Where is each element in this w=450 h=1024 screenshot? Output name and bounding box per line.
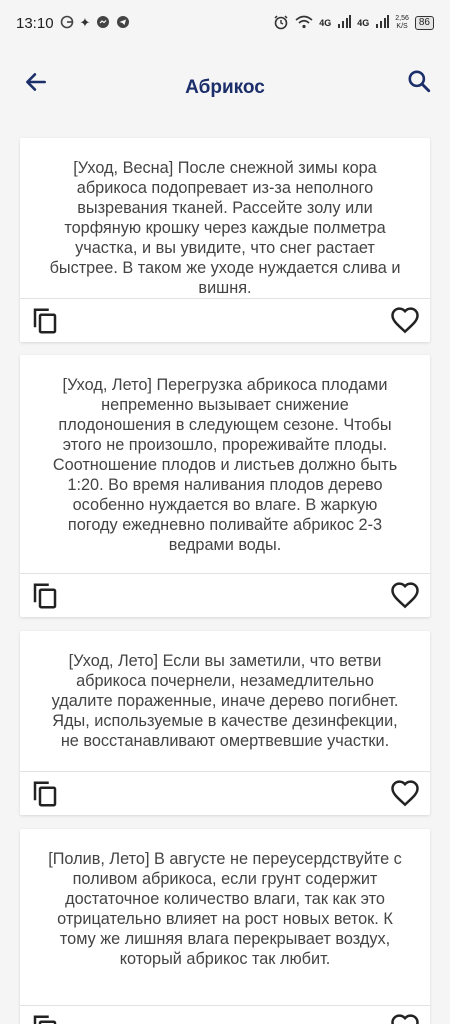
tip-text: [Уход, Лето] Если вы заметили, что ветви… <box>51 652 399 750</box>
favorite-button[interactable] <box>390 306 420 336</box>
speed-value: 2,56 <box>395 15 409 22</box>
favorite-button[interactable] <box>390 1013 420 1024</box>
copy-button[interactable] <box>30 779 60 809</box>
copy-icon <box>33 308 57 334</box>
page-title: Абрикос <box>185 77 265 98</box>
copy-button[interactable] <box>30 581 60 611</box>
google-icon <box>60 15 74 32</box>
telegram-icon <box>116 15 130 32</box>
copy-button[interactable] <box>30 306 60 336</box>
back-button[interactable] <box>20 66 52 98</box>
card-actions <box>20 300 430 342</box>
copy-button[interactable] <box>30 1013 60 1024</box>
wifi-icon <box>295 15 313 32</box>
card-divider <box>20 1005 430 1006</box>
tip-text: [Полив, Лето] В августе не переусердству… <box>48 850 402 968</box>
card-divider <box>20 298 430 299</box>
signal-icon-2 <box>375 14 390 32</box>
favorite-button[interactable] <box>390 779 420 809</box>
heart-icon <box>391 307 419 334</box>
tip-text: [Уход, Лето] Перегрузка абрикоса плодами… <box>52 376 398 554</box>
card-divider <box>20 771 430 772</box>
tip-text: [Уход, Весна] После снежной зимы кора аб… <box>49 159 401 297</box>
copy-icon <box>33 1015 57 1024</box>
app-bar: Абрикос <box>0 46 450 130</box>
tip-card: [Уход, Весна] После снежной зимы кора аб… <box>20 138 430 342</box>
status-time: 13:10 <box>16 14 54 32</box>
card-actions <box>20 575 430 617</box>
search-button[interactable] <box>402 64 436 98</box>
tip-card: [Уход, Лето] Если вы заметили, что ветви… <box>20 631 430 815</box>
copy-icon <box>33 781 57 807</box>
tip-card: [Уход, Лето] Перегрузка абрикоса плодами… <box>20 355 430 617</box>
screen: 13:10 ✦ 4G 4G 2,56 K/S 86 Абрикос [Уход,… <box>0 0 450 1024</box>
status-left: 13:10 ✦ <box>16 15 130 32</box>
card-divider <box>20 573 430 574</box>
copy-icon <box>33 583 57 609</box>
card-actions <box>20 773 430 815</box>
messenger-icon <box>96 15 110 32</box>
search-icon <box>408 70 431 93</box>
battery-level: 86 <box>418 17 430 28</box>
network-type-2: 4G <box>357 18 370 28</box>
heart-icon <box>391 780 419 807</box>
favorite-button[interactable] <box>390 581 420 611</box>
signal-icon <box>337 14 352 32</box>
network-type-1: 4G <box>319 18 332 28</box>
status-bar: 13:10 ✦ 4G 4G 2,56 K/S 86 <box>0 0 450 46</box>
heart-icon <box>391 1014 419 1024</box>
alarm-icon <box>273 14 289 33</box>
battery-icon: 86 <box>414 16 434 30</box>
card-actions <box>20 1007 430 1024</box>
heart-icon <box>391 582 419 609</box>
sparkle-icon: ✦ <box>79 15 91 30</box>
network-speed: 2,56 K/S <box>395 15 409 31</box>
tip-card: [Полив, Лето] В августе не переусердству… <box>20 829 430 1024</box>
speed-unit: K/S <box>396 23 408 30</box>
status-right: 4G 4G 2,56 K/S 86 <box>273 14 434 33</box>
arrow-back-icon <box>26 73 46 91</box>
